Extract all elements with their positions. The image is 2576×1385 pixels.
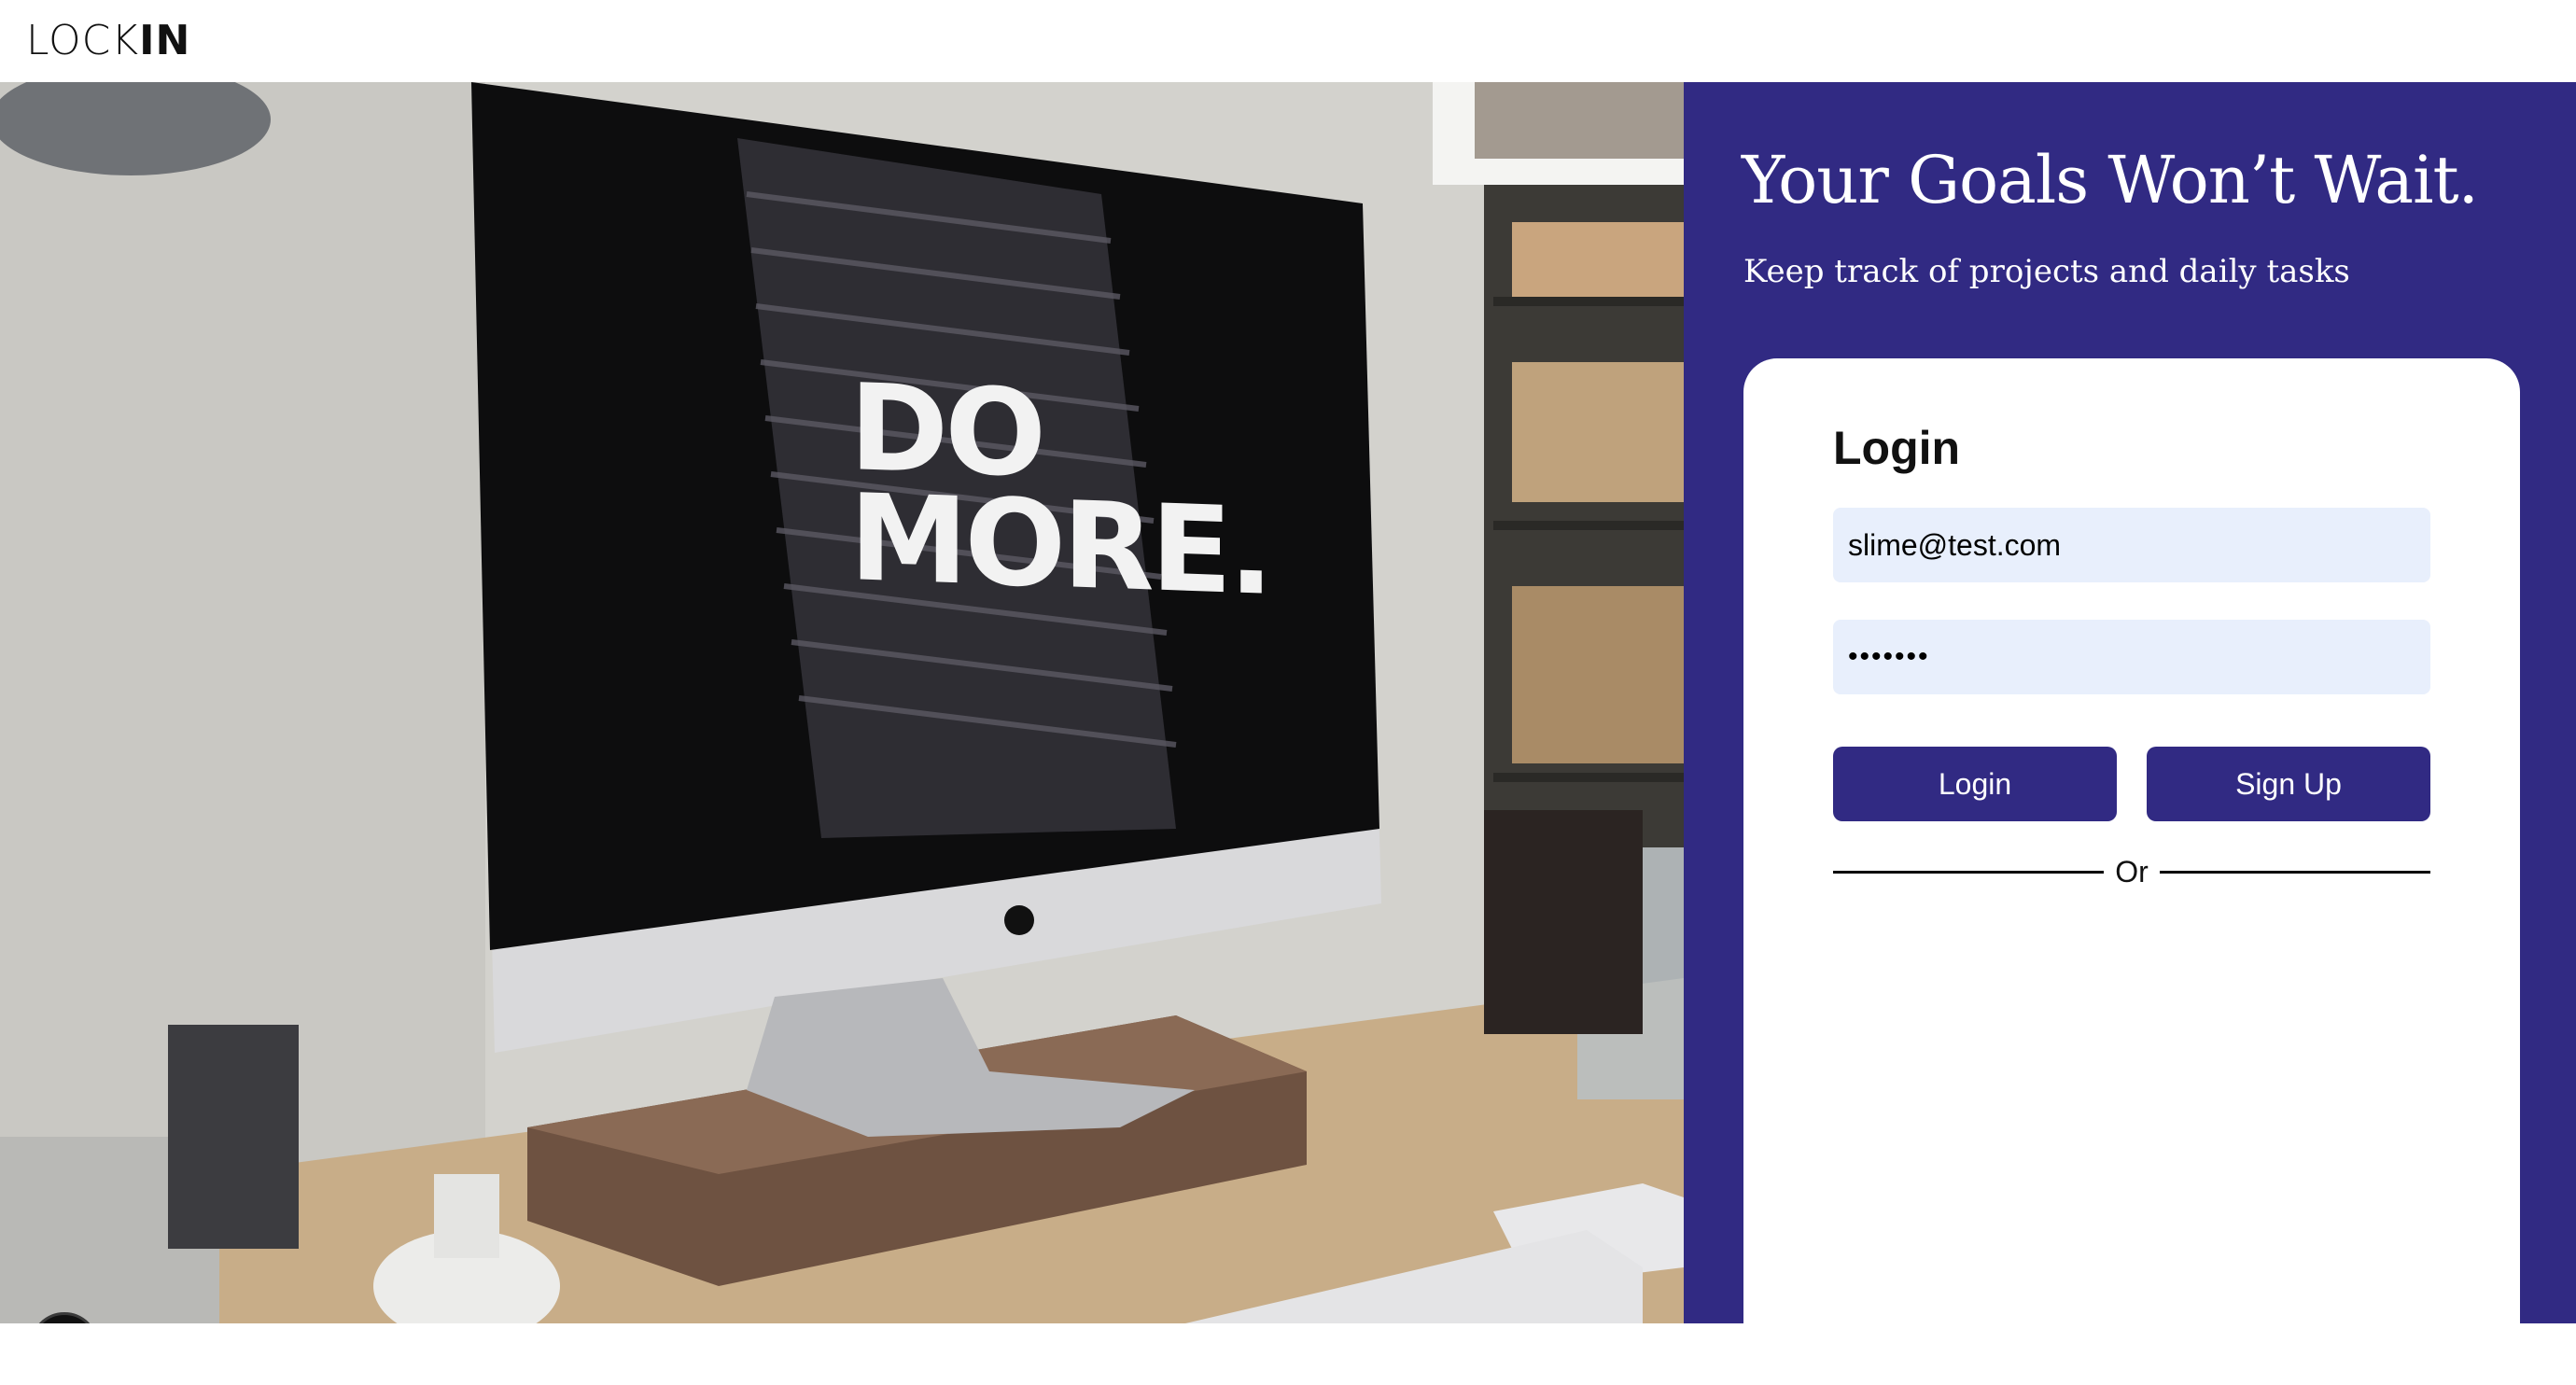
top-bar: LOCKIN: [0, 0, 2576, 82]
screen-text-more: MORE.: [849, 469, 1270, 623]
email-field-value: slime@test.com: [1848, 527, 2062, 562]
lockin-logo[interactable]: LOCKIN: [26, 13, 190, 69]
divider-line-right: [2160, 871, 2430, 874]
auth-panel: Your Goals Won’t Wait. Keep track of pro…: [1684, 82, 2576, 1385]
logo-in-text: IN: [139, 17, 191, 64]
password-field-value: •••••••: [1848, 641, 1930, 672]
page-headline: Your Goals Won’t Wait.: [1742, 142, 2479, 218]
or-divider: Or: [1833, 853, 2430, 890]
monitor-screen-text: DO MORE.: [849, 358, 1270, 623]
password-field[interactable]: •••••••: [1833, 620, 2430, 694]
page-subheadline: Keep track of projects and daily tasks: [1743, 253, 2350, 290]
login-button[interactable]: Login: [1833, 747, 2117, 821]
login-card: Login slime@test.com ••••••• Login Sign …: [1743, 358, 2520, 1385]
login-title: Login: [1833, 422, 1961, 474]
hero-photo: DO MORE. N: [0, 82, 1684, 1323]
email-field[interactable]: slime@test.com: [1833, 508, 2430, 582]
desk-scene-illustration: [0, 82, 1684, 1323]
signup-button[interactable]: Sign Up: [2147, 747, 2430, 821]
logo-lock-text: LOCK: [26, 17, 140, 64]
